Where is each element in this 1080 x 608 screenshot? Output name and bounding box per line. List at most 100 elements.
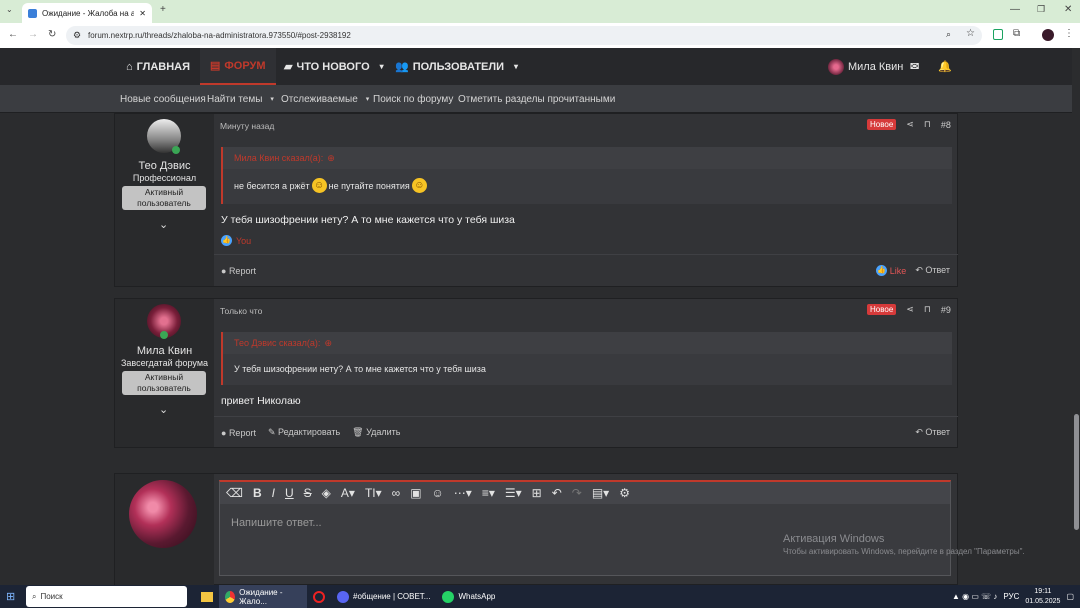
- report-link[interactable]: ● Report: [221, 428, 256, 438]
- scrollbar-thumb[interactable]: [1074, 414, 1079, 530]
- quote-block: Мила Квин сказал(а): ⊕ не бесится а ржёт ☺…: [221, 147, 952, 204]
- site-info-icon[interactable]: ⚙: [73, 30, 81, 41]
- thumbs-up-icon: 👍: [875, 265, 887, 276]
- post-message: привет Николаю: [221, 395, 301, 407]
- post-time[interactable]: Только что: [220, 306, 262, 316]
- reply-input[interactable]: Напишите ответ...: [231, 517, 322, 529]
- forum-icon: ▤: [210, 60, 221, 72]
- minimize-icon[interactable]: —: [1010, 5, 1020, 15]
- taskbar-whatsapp[interactable]: WhatsApp: [436, 585, 501, 608]
- strikethrough-icon[interactable]: S: [304, 486, 312, 500]
- clock[interactable]: 19:11 01.05.2025: [1025, 587, 1060, 607]
- drafts-icon[interactable]: ▤▾: [592, 486, 609, 500]
- post-message: У тебя шизофрении нету? А то мне кажется…: [221, 214, 515, 226]
- windows-taskbar: ⊞ ⌕ Поиск Ожидание - Жало... #общение | С…: [0, 585, 1080, 608]
- favicon-icon: [28, 8, 37, 18]
- share-icon[interactable]: ⋖: [906, 304, 914, 315]
- underline-icon[interactable]: U: [285, 486, 294, 500]
- quote-header[interactable]: Мила Квин сказал(а): ⊕: [223, 147, 952, 169]
- like-button[interactable]: 👍 Like: [875, 265, 906, 276]
- list-icon[interactable]: ☰▾: [505, 486, 522, 500]
- bookmark-star-icon[interactable]: ☆: [966, 28, 975, 39]
- close-tab-icon[interactable]: ✕: [139, 9, 146, 18]
- delete-link[interactable]: 🗑 Удалить: [352, 427, 400, 438]
- extensions-icon[interactable]: ⧉: [1013, 29, 1020, 39]
- restore-icon[interactable]: ❐: [1037, 5, 1045, 14]
- italic-icon[interactable]: I: [272, 486, 275, 500]
- extension-shield-icon[interactable]: [993, 29, 1003, 40]
- smilies-icon[interactable]: ☺: [432, 486, 444, 500]
- address-bar[interactable]: ⚙ forum.nextrp.ru/threads/zhaloba-na-adm…: [66, 26, 982, 45]
- expand-chevron-icon[interactable]: ⌄: [159, 403, 168, 416]
- tray-icons[interactable]: ▲ ◉ ▭ ☏ ♪: [952, 592, 997, 601]
- post-number[interactable]: #8: [941, 120, 951, 130]
- close-window-icon[interactable]: ✕: [1064, 5, 1072, 15]
- bookmark-icon[interactable]: ⊓: [924, 119, 931, 130]
- undo-icon[interactable]: ↶: [552, 486, 562, 500]
- file-explorer-icon[interactable]: [195, 585, 219, 608]
- chevron-down-icon: ▾: [514, 62, 519, 71]
- forward-icon[interactable]: →: [28, 30, 38, 40]
- zoom-icon[interactable]: ⌕: [946, 29, 951, 40]
- quote-block: Тео Дэвис сказал(а): ⊕ У тебя шизофрении …: [221, 332, 952, 385]
- laughing-emoji-icon: ☺: [411, 178, 427, 193]
- nav-whats-new[interactable]: ▰ ЧТО НОВОГО ▾: [274, 48, 394, 85]
- author-name[interactable]: Тео Дэвис: [115, 160, 214, 172]
- arrow-up-circle-icon: ⊕: [327, 152, 335, 163]
- page-scrollbar[interactable]: [1072, 48, 1080, 585]
- post-time[interactable]: Минуту назад: [220, 121, 274, 131]
- text-color-icon[interactable]: ◈: [322, 486, 331, 500]
- online-indicator-icon: [172, 146, 180, 154]
- report-link[interactable]: ● Report: [221, 266, 256, 276]
- inbox-icon[interactable]: ✉: [900, 48, 929, 85]
- nav-forum[interactable]: ▤ ФОРУМ: [200, 48, 276, 85]
- nav-home[interactable]: ⌂ ГЛАВНАЯ: [116, 48, 200, 85]
- start-button[interactable]: ⊞: [0, 585, 26, 608]
- table-icon[interactable]: ⊞: [532, 486, 542, 500]
- font-family-icon[interactable]: A▾: [341, 486, 355, 500]
- bold-icon[interactable]: B: [253, 486, 262, 500]
- subnav-search-forum[interactable]: Поиск по форуму: [373, 85, 453, 113]
- nav-users[interactable]: 👥 ПОЛЬЗОВАТЕЛИ ▾: [385, 48, 528, 85]
- subnav-mark-read[interactable]: Отметить разделы прочитанными: [458, 85, 615, 113]
- taskbar-search[interactable]: ⌕ Поиск: [26, 586, 187, 607]
- alerts-bell-icon[interactable]: 🔔: [928, 48, 962, 85]
- reload-icon[interactable]: ↻: [48, 30, 56, 40]
- clear-format-icon[interactable]: ⌫: [226, 486, 243, 500]
- font-size-icon[interactable]: TI▾: [365, 486, 382, 500]
- forum-sub-nav: Новые сообщения Найти темы ▾ Отслеживаемы…: [0, 85, 1080, 113]
- reply-button[interactable]: ↶ Ответ: [915, 427, 950, 438]
- align-icon[interactable]: ≡▾: [482, 486, 495, 500]
- link-icon[interactable]: ∞: [392, 486, 401, 500]
- tab-list-icon[interactable]: ⌄: [6, 6, 13, 14]
- reply-editor: ⌫ B I U S ◈ A▾ TI▾ ∞ ▣ ☺ ⋯▾ ≡▾ ☰▾ ⊞ ↶ ↷ …: [219, 480, 951, 576]
- post-number[interactable]: #9: [941, 305, 951, 315]
- settings-gear-icon[interactable]: ⚙: [619, 486, 630, 500]
- new-tab-icon[interactable]: +: [160, 5, 166, 15]
- current-user-avatar[interactable]: [129, 480, 197, 548]
- redo-icon[interactable]: ↷: [572, 486, 582, 500]
- language-indicator[interactable]: РУС: [1003, 592, 1019, 601]
- reply-button[interactable]: ↶ Ответ: [915, 265, 950, 276]
- image-icon[interactable]: ▣: [410, 486, 421, 500]
- taskbar-chrome[interactable]: Ожидание - Жало...: [219, 585, 307, 608]
- post-author-panel: Мила Квин Завсегдатай форума Активный по…: [115, 299, 214, 447]
- subnav-new-posts[interactable]: Новые сообщения: [120, 85, 206, 113]
- back-icon[interactable]: ←: [8, 30, 18, 40]
- notifications-icon[interactable]: ▢: [1066, 592, 1074, 601]
- author-name[interactable]: Мила Квин: [115, 345, 214, 357]
- taskbar-discord[interactable]: #общение | СОВЕТ...: [331, 585, 436, 608]
- more-options-icon[interactable]: ⋯▾: [454, 486, 472, 500]
- profile-avatar-icon[interactable]: [1042, 29, 1054, 41]
- reactions-bar[interactable]: 👍 You: [221, 235, 251, 246]
- subnav-find-threads[interactable]: Найти темы ▾: [207, 85, 274, 113]
- browser-tab[interactable]: Ожидание - Жалоба на адми ✕: [22, 3, 152, 23]
- edit-link[interactable]: ✎ Редактировать: [268, 427, 340, 438]
- quote-header[interactable]: Тео Дэвис сказал(а): ⊕: [223, 332, 952, 354]
- subnav-watched[interactable]: Отслеживаемые ▾: [281, 85, 369, 113]
- opera-icon[interactable]: [307, 585, 331, 608]
- bookmark-icon[interactable]: ⊓: [924, 304, 931, 315]
- expand-chevron-icon[interactable]: ⌄: [159, 218, 168, 231]
- menu-dots-icon[interactable]: ⋮: [1064, 29, 1074, 39]
- share-icon[interactable]: ⋖: [906, 119, 914, 130]
